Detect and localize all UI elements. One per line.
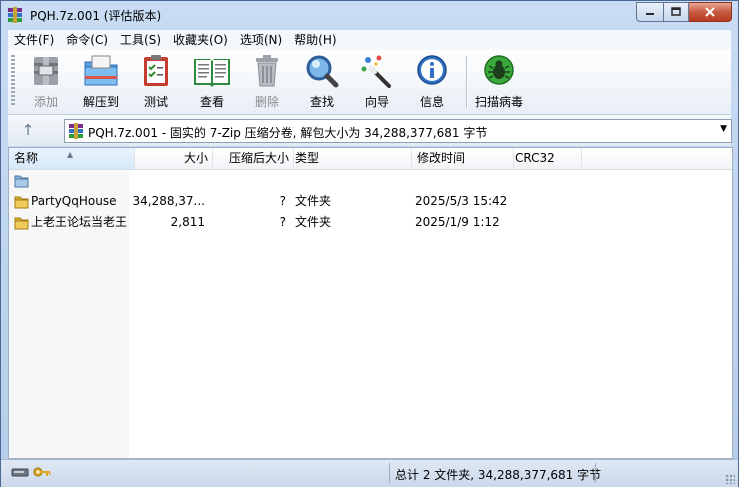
extract-to-button[interactable]: 解压到 (76, 54, 126, 110)
chevron-down-icon[interactable]: ▼ (720, 124, 727, 134)
test-label: 测试 (143, 95, 168, 109)
column-header-name-label: 名称 (14, 151, 39, 165)
status-divider (389, 463, 390, 483)
file-size (130, 171, 205, 190)
info-button[interactable]: 信息 (407, 54, 457, 110)
file-name-cell: PartyQqHouse (14, 192, 130, 211)
title-bar[interactable]: PQH.7z.001 (评估版本) (1, 1, 738, 29)
file-modified: 2025/1/9 1:12 (415, 215, 500, 229)
menu-commands[interactable]: 命令(C) (60, 30, 114, 50)
maximize-icon (671, 7, 681, 16)
file-name-cell: .. (14, 171, 130, 190)
virus-scan-button[interactable]: 扫描病毒 (471, 54, 527, 110)
resize-grip[interactable] (725, 474, 735, 484)
magnifier-icon (306, 55, 339, 88)
folder-icon (14, 217, 29, 230)
test-clipboard-icon (144, 55, 168, 86)
maximize-button[interactable] (664, 2, 689, 22)
wizard-wand-icon (361, 55, 391, 88)
menu-favorites[interactable]: 收藏夹(O) (167, 30, 234, 50)
info-label: 信息 (419, 95, 444, 109)
winrar-logo-icon (8, 7, 22, 23)
view-book-icon (194, 59, 230, 87)
find-label: 查找 (309, 95, 334, 109)
archive-icon (69, 123, 83, 139)
view-button[interactable]: 查看 (187, 54, 237, 110)
toolbar-separator (466, 56, 468, 108)
file-type: 文件夹 (295, 194, 332, 208)
extract-folder-icon (84, 55, 118, 86)
app-window: PQH.7z.001 (评估版本) 文件(F) 命令(C) 工具(S) 收藏夹(… (0, 0, 739, 487)
view-label: 查看 (199, 95, 224, 109)
file-name: PartyQqHouse (31, 194, 117, 208)
address-bar: ↑ PQH.7z.001 - 固实的 7-Zip 压缩分卷, 解包大小为 34,… (8, 115, 732, 146)
menu-tools[interactable]: 工具(S) (114, 30, 167, 50)
status-summary: 总计 2 文件夹, 34,288,377,681 字节 (395, 468, 602, 482)
up-one-level-button[interactable]: ↑ (18, 121, 38, 141)
close-button[interactable] (689, 2, 732, 22)
file-list[interactable]: 名称 ▲ 大小 压缩后大小 类型 修改时间 CRC32 .. 文件夹 Party… (8, 147, 733, 459)
minimize-icon (646, 13, 654, 15)
column-header-type[interactable]: 类型 (290, 148, 412, 169)
column-header-size[interactable]: 大小 (130, 148, 213, 169)
status-divider (595, 463, 596, 483)
column-header-name[interactable]: 名称 ▲ (9, 148, 135, 169)
extract-to-label: 解压到 (82, 95, 119, 109)
toolbar: 添加 解压到 测试 查看 删除 查找 向导 信息 扫描病毒 (8, 50, 731, 115)
folder-icon (14, 196, 29, 209)
file-size: 34,288,37... (132, 194, 205, 208)
column-header-packed[interactable]: 压缩后大小 (213, 148, 294, 169)
file-size: 2,811 (170, 215, 205, 229)
minimize-button[interactable] (636, 2, 664, 22)
info-icon (417, 55, 447, 85)
virus-scan-icon (484, 55, 514, 85)
key-icon[interactable] (33, 466, 51, 478)
menu-file[interactable]: 文件(F) (8, 30, 60, 50)
virus-scan-label: 扫描病毒 (474, 95, 523, 109)
column-header-modified[interactable]: 修改时间 (412, 148, 514, 169)
toolbar-grip[interactable] (11, 55, 15, 107)
parent-folder-icon (14, 175, 29, 188)
file-modified (415, 171, 511, 190)
file-modified: 2025/5/3 15:42 (415, 194, 508, 208)
add-archive-icon (34, 57, 58, 85)
add-button[interactable]: 添加 (21, 54, 71, 110)
table-row[interactable]: 上老王论坛当老王 2,811 ? 文件夹 2025/1/9 1:12 (9, 213, 579, 232)
file-packed-size (213, 171, 286, 190)
delete-button[interactable]: 删除 (242, 54, 292, 110)
address-field[interactable]: PQH.7z.001 - 固实的 7-Zip 压缩分卷, 解包大小为 34,28… (64, 119, 732, 143)
file-name-cell: 上老王论坛当老王 (14, 213, 130, 232)
window-title: PQH.7z.001 (评估版本) (30, 9, 162, 23)
arrow-up-icon: ↑ (21, 121, 35, 139)
column-header-crc32[interactable]: CRC32 (509, 148, 582, 169)
test-button[interactable]: 测试 (131, 54, 181, 110)
menu-options[interactable]: 选项(N) (234, 30, 288, 50)
file-packed-size: ? (279, 194, 286, 208)
file-packed-size: ? (279, 215, 286, 229)
delete-label: 删除 (254, 95, 279, 109)
close-icon (705, 7, 715, 17)
trash-icon (256, 55, 278, 87)
wizard-label: 向导 (364, 95, 389, 109)
add-label: 添加 (33, 95, 58, 109)
drive-icon[interactable] (11, 466, 29, 478)
file-type: 文件夹 (295, 173, 332, 187)
list-header: 名称 ▲ 大小 压缩后大小 类型 修改时间 CRC32 (9, 148, 732, 170)
file-name: .. (31, 173, 39, 187)
table-row[interactable]: .. 文件夹 (9, 171, 579, 190)
wizard-button[interactable]: 向导 (352, 54, 402, 110)
find-button[interactable]: 查找 (297, 54, 347, 110)
table-row[interactable]: PartyQqHouse 34,288,37... ? 文件夹 2025/5/3… (9, 192, 579, 211)
address-text: PQH.7z.001 - 固实的 7-Zip 压缩分卷, 解包大小为 34,28… (88, 126, 488, 140)
sort-ascending-icon: ▲ (67, 150, 74, 159)
menu-bar: 文件(F) 命令(C) 工具(S) 收藏夹(O) 选项(N) 帮助(H) (8, 30, 731, 50)
menu-help[interactable]: 帮助(H) (288, 30, 342, 50)
file-name: 上老王论坛当老王 (31, 215, 128, 229)
status-bar: 总计 2 文件夹, 34,288,377,681 字节 (1, 459, 738, 487)
file-type: 文件夹 (295, 215, 332, 229)
